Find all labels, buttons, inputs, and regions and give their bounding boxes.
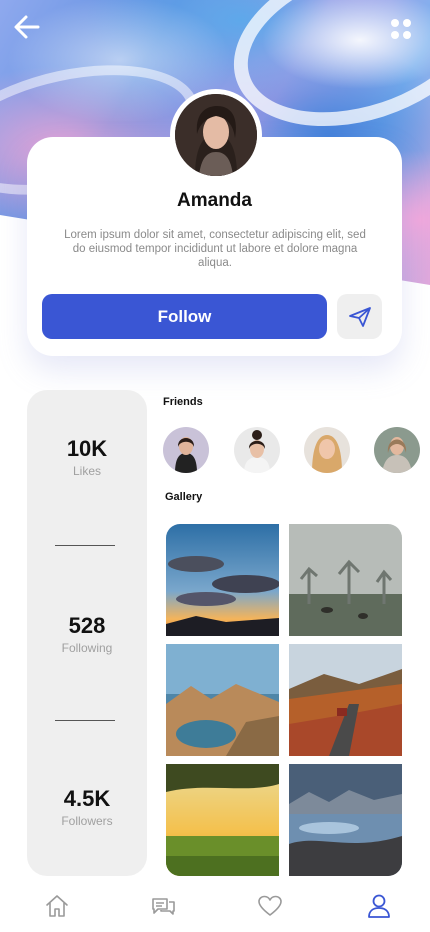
bottom-navigation (0, 880, 430, 932)
profile-bio: Lorem ipsum dolor sit amet, consectetur … (64, 229, 366, 269)
home-icon (46, 895, 68, 917)
back-button[interactable] (10, 10, 44, 44)
gallery-photo[interactable] (166, 764, 279, 876)
nav-home[interactable] (41, 890, 73, 922)
nav-profile[interactable] (363, 890, 395, 922)
profile-name: Amanda (177, 190, 252, 211)
follow-button[interactable]: Follow (42, 294, 327, 339)
gallery-photo[interactable] (289, 764, 402, 876)
followers-count: 4.5K (63, 786, 111, 811)
gallery-photo[interactable] (289, 644, 402, 756)
stats-panel: 10K Likes 528 Following 4.5K Followers (27, 390, 147, 876)
profile-avatar[interactable] (170, 89, 262, 181)
nav-favorites[interactable] (254, 890, 286, 922)
likes-count: 10K (66, 436, 108, 461)
following-count: 528 (68, 613, 106, 638)
user-icon (368, 894, 390, 918)
friend-avatar[interactable] (304, 427, 350, 473)
friend-avatar[interactable] (374, 427, 420, 473)
friends-heading: Friends (163, 396, 203, 408)
following-label: Following (61, 641, 113, 655)
friend-avatar[interactable] (234, 427, 280, 473)
gallery-photo[interactable] (289, 524, 402, 636)
friend-avatar[interactable] (163, 427, 209, 473)
likes-label: Likes (72, 464, 101, 478)
chat-icon (152, 898, 175, 915)
stats-divider (55, 720, 115, 721)
four-dots-icon (391, 19, 411, 39)
stats-divider (55, 545, 115, 546)
gallery-heading: Gallery (165, 491, 203, 503)
gallery-photo[interactable] (166, 524, 279, 636)
followers-label: Followers (61, 814, 113, 828)
send-message-button[interactable] (337, 294, 382, 339)
gallery-photo[interactable] (166, 644, 279, 756)
paper-plane-icon (348, 306, 371, 327)
nav-messages[interactable] (147, 890, 179, 922)
avatar-image (175, 94, 257, 176)
heart-icon (258, 895, 282, 916)
more-options-button[interactable] (386, 14, 416, 44)
arrow-left-icon (14, 15, 40, 39)
